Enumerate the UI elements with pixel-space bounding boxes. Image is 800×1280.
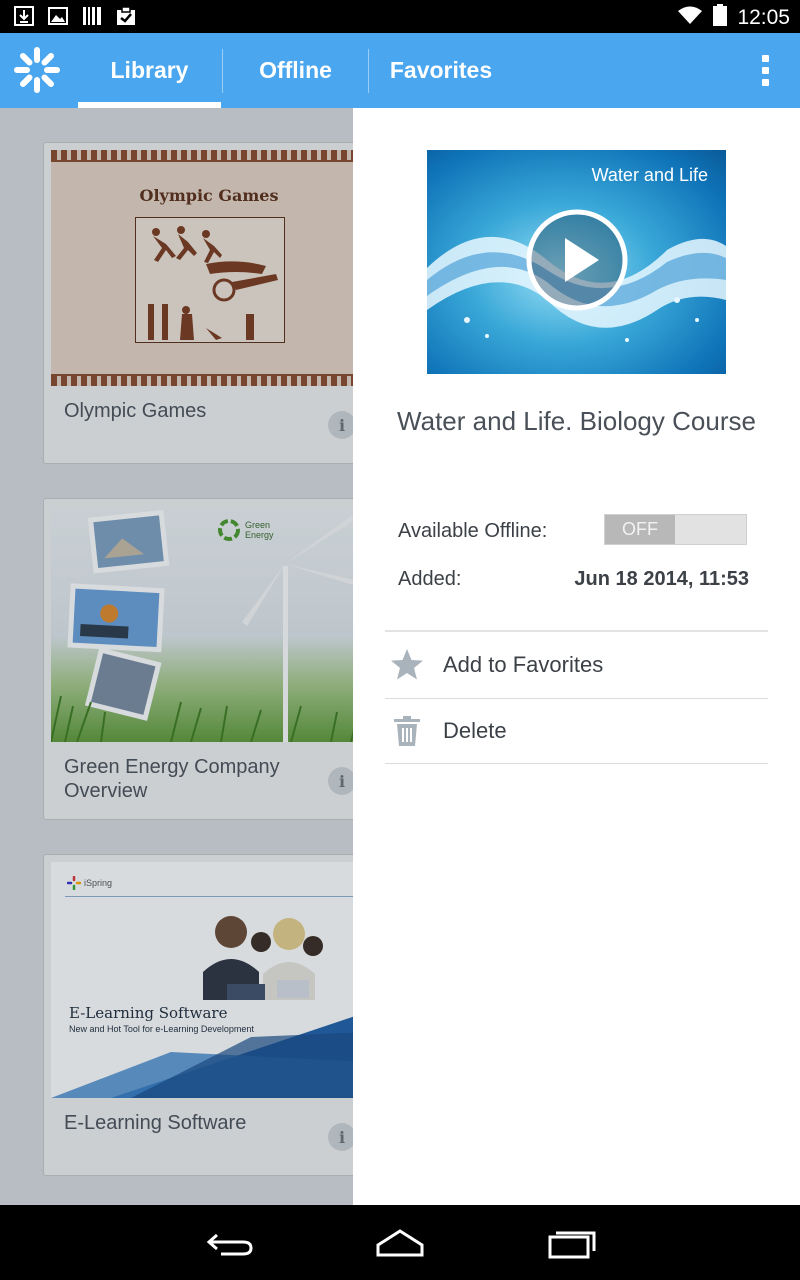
app-bar: Library Offline Favorites: [0, 33, 800, 108]
wind-turbine-image: [242, 516, 353, 742]
thumbnail-heading: Olympic Games: [139, 186, 279, 205]
back-icon[interactable]: [205, 1225, 255, 1261]
students-image: [51, 916, 353, 1098]
thumbnail-heading: E-Learning Software: [69, 1004, 228, 1022]
green-energy-logo: Green Energy: [217, 518, 279, 542]
tab-offline[interactable]: Offline: [223, 33, 368, 108]
overflow-menu-icon[interactable]: [760, 55, 770, 87]
list-item[interactable]: Olympic Games Olympic Games i: [43, 142, 353, 464]
toggle-state: OFF: [605, 515, 675, 544]
delete-button[interactable]: Delete: [385, 699, 768, 763]
available-offline-label: Available Offline:: [398, 520, 548, 542]
star-icon: [387, 645, 427, 685]
item-title: Olympic Games: [64, 400, 207, 422]
details-panel: Water and Life Water and Life. Biology C…: [353, 108, 800, 1205]
tab-library[interactable]: Library: [78, 33, 221, 108]
delete-label: Delete: [443, 718, 507, 743]
clock-text: 12:05: [737, 6, 790, 29]
added-date: Jun 18 2014, 11:53: [574, 568, 749, 590]
e-learning-thumbnail: iSpring E-Learning Software New and Hot …: [51, 862, 353, 1098]
wifi-icon: [677, 5, 703, 31]
image-icon: [48, 6, 68, 26]
navigation-bar: [0, 1205, 800, 1280]
app-logo-icon[interactable]: [14, 47, 60, 93]
download-icon: [14, 6, 34, 26]
info-icon[interactable]: i: [328, 1123, 353, 1151]
info-icon[interactable]: i: [328, 767, 353, 795]
home-icon[interactable]: [375, 1225, 425, 1261]
video-thumbnail[interactable]: Water and Life: [427, 150, 726, 374]
info-icon[interactable]: i: [328, 411, 353, 439]
tab-favorites[interactable]: Favorites: [369, 33, 513, 108]
add-to-favorites-button[interactable]: Add to Favorites: [385, 633, 768, 697]
video-label: Water and Life: [591, 165, 708, 185]
divider: [385, 763, 768, 764]
clipboard-check-icon: [116, 6, 136, 26]
play-icon[interactable]: [525, 208, 629, 312]
item-title: E-Learning Software: [64, 1112, 247, 1134]
battery-icon: [713, 4, 728, 32]
library-list: Olympic Games Olympic Games i Green Ener…: [0, 108, 353, 1205]
recent-apps-icon[interactable]: [547, 1225, 597, 1261]
olympic-scene-image: [135, 217, 285, 343]
barcode-icon: [82, 6, 102, 26]
green-energy-thumbnail: Green Energy: [51, 506, 353, 742]
thumbnail-brand: Green Energy: [245, 520, 274, 540]
list-item[interactable]: iSpring E-Learning Software New and Hot …: [43, 854, 353, 1176]
offline-toggle[interactable]: OFF: [604, 514, 747, 545]
status-bar: 12:05: [0, 0, 800, 33]
add-to-favorites-label: Add to Favorites: [443, 652, 604, 677]
trash-icon: [387, 711, 427, 751]
divider: [385, 630, 768, 632]
added-label: Added:: [398, 568, 462, 590]
thumbnail-subheading: New and Hot Tool for e-Learning Developm…: [69, 1024, 254, 1034]
olympic-games-thumbnail: Olympic Games: [51, 150, 353, 386]
course-title: Water and Life. Biology Course: [397, 406, 756, 436]
list-item[interactable]: Green Energy Green Energy Company Overvi…: [43, 498, 353, 820]
item-title: Green Energy Company Overview: [64, 756, 280, 802]
